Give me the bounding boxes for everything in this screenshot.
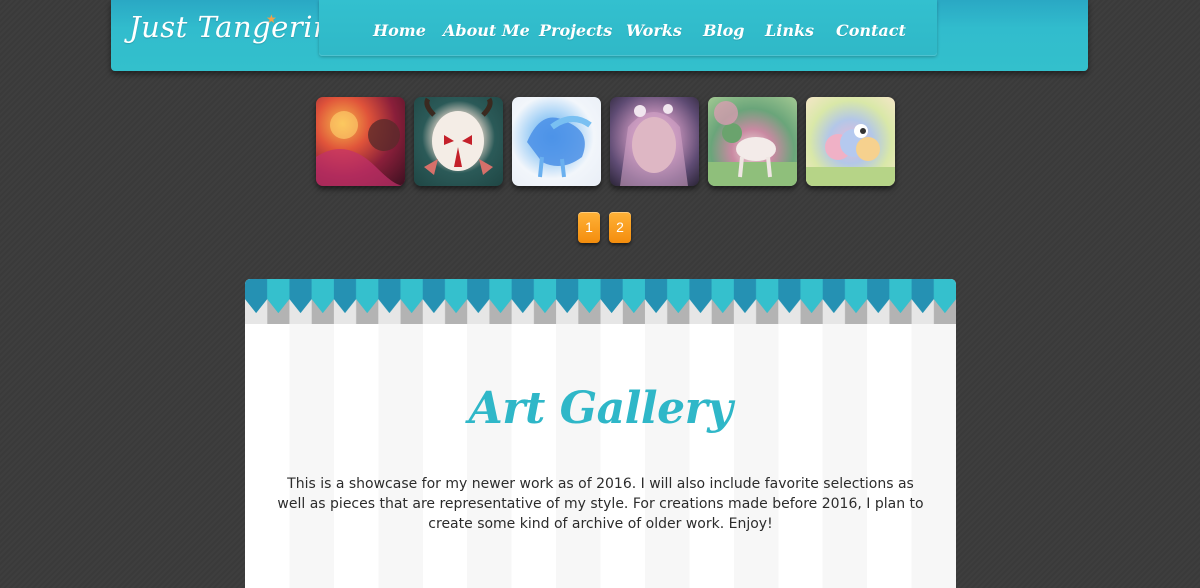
gallery-thumbnail-1[interactable] bbox=[316, 97, 405, 186]
gallery-thumbnail-5[interactable] bbox=[708, 97, 797, 186]
thumbnail-art bbox=[620, 104, 688, 186]
nav-home[interactable]: Home bbox=[373, 21, 426, 40]
main-nav: Home About Me Projects Works Blog Links … bbox=[319, 0, 937, 56]
gallery-description: This is a showcase for my newer work as … bbox=[277, 476, 924, 532]
page-title: Art Gallery bbox=[468, 383, 733, 434]
thumbnail-art bbox=[316, 111, 405, 186]
site-header: Just Tangerine ★ Home About Me Projects … bbox=[111, 0, 1088, 71]
nav-about-me[interactable]: About Me bbox=[443, 21, 530, 40]
gallery-panel: Art Gallery This is a showcase for my ne… bbox=[245, 279, 956, 588]
gallery-thumbnail-3[interactable] bbox=[512, 97, 601, 186]
nav-links[interactable]: Links bbox=[765, 21, 814, 40]
gallery-thumbnail-2[interactable] bbox=[414, 97, 503, 186]
gallery-thumbnail-4[interactable] bbox=[610, 97, 699, 186]
nav-blog[interactable]: Blog bbox=[703, 21, 744, 40]
nav-works[interactable]: Works bbox=[626, 21, 682, 40]
star-icon: ★ bbox=[266, 12, 277, 26]
page-2-button[interactable]: 2 bbox=[609, 212, 631, 243]
site-logo[interactable]: Just Tangerine bbox=[129, 10, 350, 44]
nav-projects[interactable]: Projects bbox=[539, 21, 612, 40]
thumbnail-art bbox=[806, 124, 895, 186]
page-1-button[interactable]: 1 bbox=[578, 212, 600, 243]
gallery-thumbnail-6[interactable] bbox=[806, 97, 895, 186]
thumbnail-art bbox=[527, 116, 592, 178]
zigzag-border bbox=[245, 279, 956, 324]
thumbnail-art bbox=[424, 97, 493, 175]
thumbnail-art bbox=[708, 101, 797, 186]
nav-contact[interactable]: Contact bbox=[836, 21, 906, 40]
